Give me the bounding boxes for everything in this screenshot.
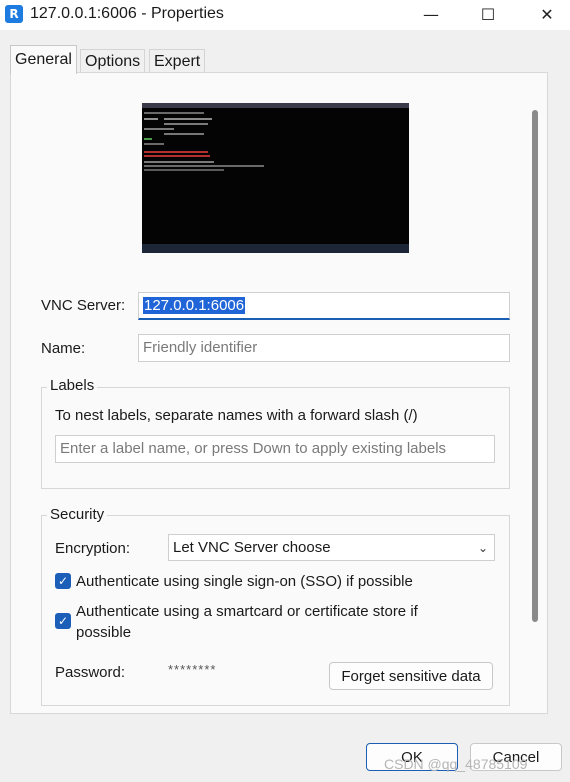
thumbnail-line — [144, 138, 152, 140]
chevron-down-icon: ⌄ — [477, 541, 488, 555]
checkmark-icon: ✓ — [57, 614, 69, 628]
thumbnail-line — [144, 155, 210, 157]
maximize-button[interactable]: ☐ — [465, 0, 511, 30]
name-placeholder: Friendly identifier — [143, 339, 258, 356]
thumbnail-line — [144, 128, 174, 130]
name-label: Name: — [41, 340, 86, 357]
name-input[interactable]: Friendly identifier — [138, 334, 510, 362]
label-input-placeholder: Enter a label name, or press Down to app… — [60, 440, 447, 457]
labels-hint: To nest labels, separate names with a fo… — [55, 407, 418, 424]
vnc-server-value: 127.0.0.1:6006 — [143, 297, 246, 314]
label-input[interactable]: Enter a label name, or press Down to app… — [55, 435, 495, 463]
encryption-label: Encryption: — [55, 540, 131, 557]
password-value: ******** — [168, 662, 217, 677]
minimize-button[interactable]: — — [408, 0, 454, 30]
thumbnail-line — [164, 133, 204, 135]
thumbnail-titlebar — [142, 103, 409, 108]
forget-sensitive-data-button[interactable]: Forget sensitive data — [329, 662, 493, 690]
scrollbar-thumb[interactable] — [532, 110, 538, 622]
thumbnail-line — [144, 112, 204, 114]
smartcard-checkbox[interactable]: ✓ — [55, 613, 71, 629]
desktop-thumbnail — [142, 103, 409, 253]
thumbnail-line — [144, 165, 264, 167]
thumbnail-taskbar — [142, 244, 409, 253]
title-bar: R 127.0.0.1:6006 - Properties — ☐ ✕ — [0, 0, 570, 30]
app-icon: R — [5, 5, 23, 23]
thumbnail-line — [144, 161, 214, 163]
checkmark-icon: ✓ — [57, 574, 69, 588]
thumbnail-line — [144, 151, 208, 153]
thumbnail-line — [144, 169, 224, 171]
thumbnail-line — [144, 118, 158, 120]
watermark: CSDN @qq_48785109 — [384, 756, 528, 772]
smartcard-label-line2[interactable]: possible — [76, 624, 131, 641]
thumbnail-line — [164, 118, 212, 120]
tab-general[interactable]: General — [10, 45, 77, 74]
vnc-server-input[interactable]: 127.0.0.1:6006 — [138, 292, 510, 320]
thumbnail-line — [164, 123, 208, 125]
sso-label[interactable]: Authenticate using single sign-on (SSO) … — [76, 573, 413, 590]
smartcard-label-line1[interactable]: Authenticate using a smartcard or certif… — [76, 603, 418, 620]
security-group-title: Security — [47, 506, 108, 523]
encryption-dropdown[interactable]: Let VNC Server choose ⌄ — [168, 534, 495, 561]
tab-options[interactable]: Options — [80, 49, 146, 74]
window-title: 127.0.0.1:6006 - Properties — [30, 5, 224, 22]
vnc-server-label: VNC Server: — [41, 297, 126, 314]
close-button[interactable]: ✕ — [524, 0, 570, 30]
password-label: Password: — [55, 664, 126, 681]
labels-group-title: Labels — [47, 377, 98, 394]
encryption-value: Let VNC Server choose — [173, 539, 331, 556]
thumbnail-line — [144, 143, 164, 145]
sso-checkbox[interactable]: ✓ — [55, 573, 71, 589]
tab-expert[interactable]: Expert — [149, 49, 206, 74]
